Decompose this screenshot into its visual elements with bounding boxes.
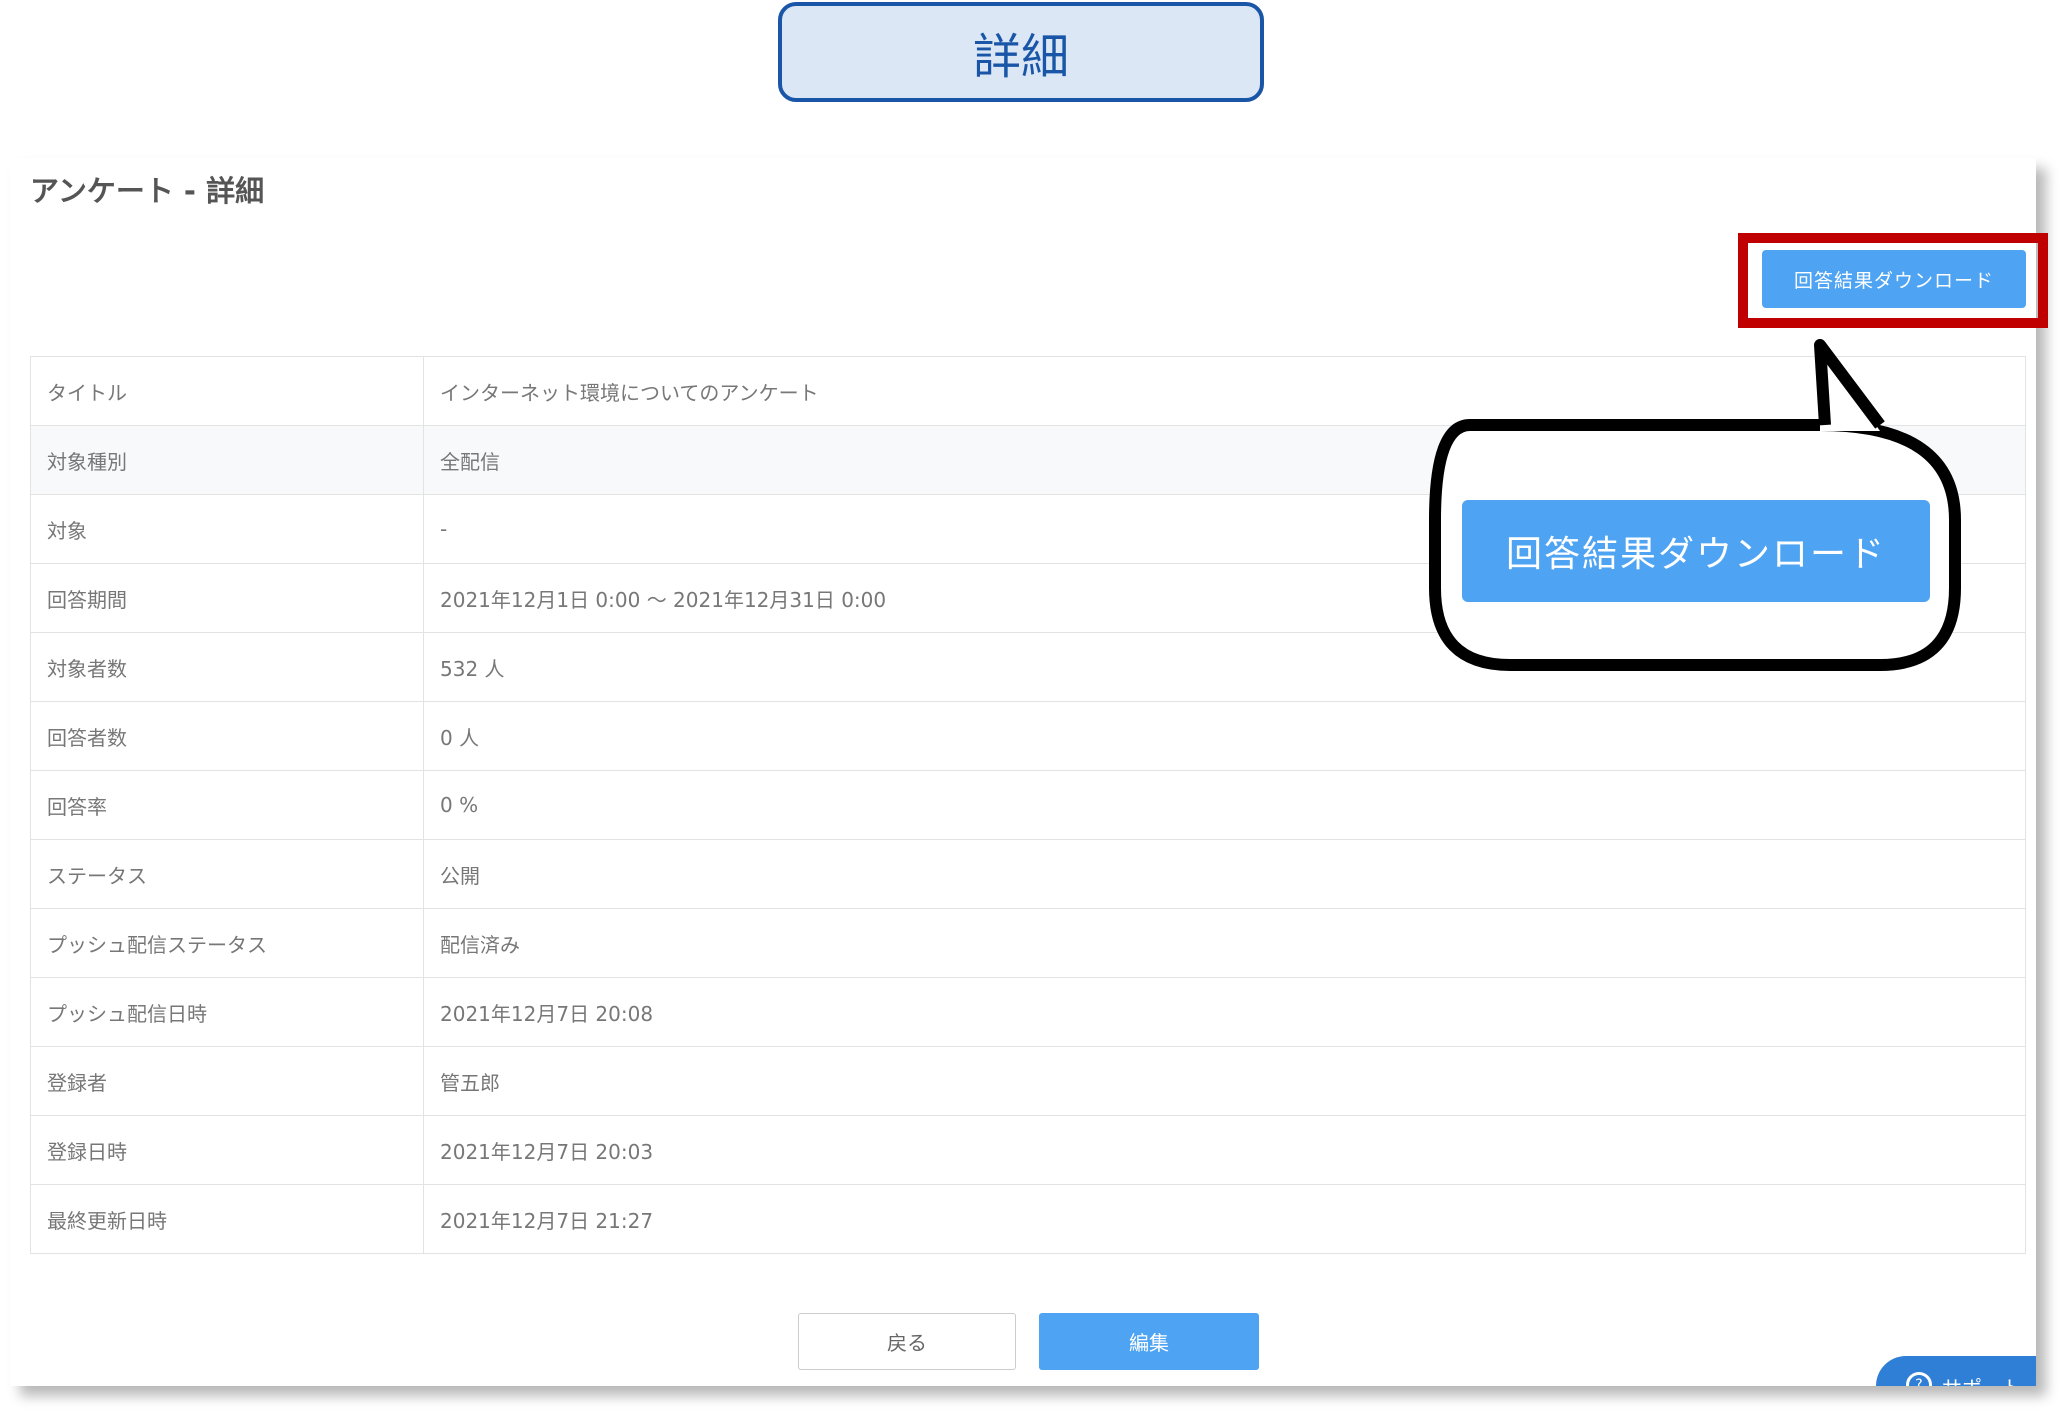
callout-download-button: 回答結果ダウンロード (1462, 500, 1930, 602)
callout-bubble (1429, 339, 1961, 671)
